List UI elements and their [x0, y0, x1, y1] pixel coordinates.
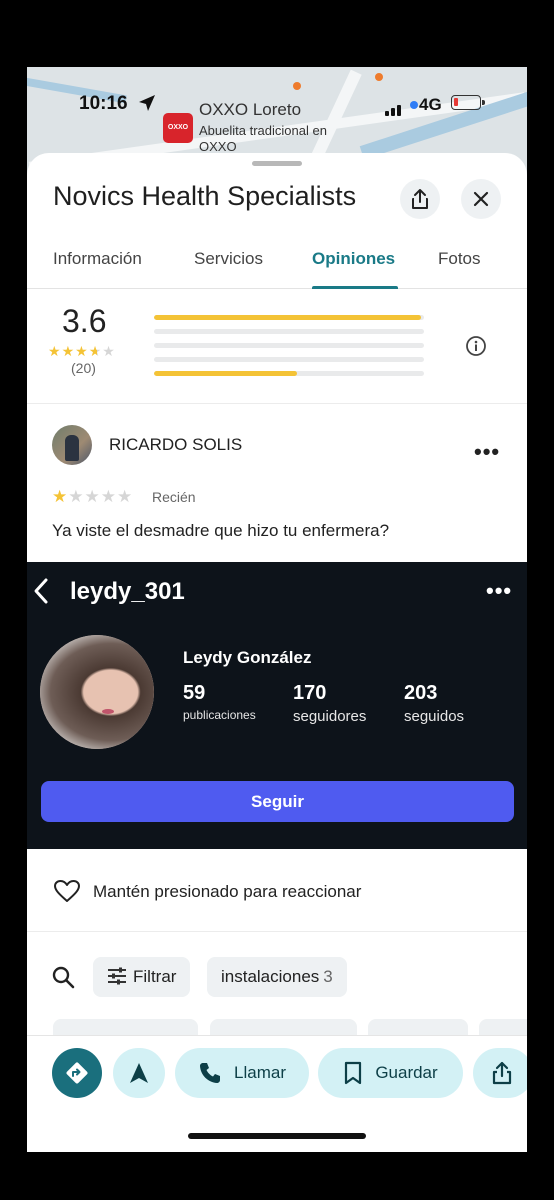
map-pin[interactable]: [293, 82, 301, 90]
network-type: 4G: [419, 95, 442, 114]
close-button[interactable]: [461, 179, 501, 219]
location-arrow-icon: [139, 95, 155, 111]
rating-bar-1: [154, 371, 424, 376]
topic-chip-instalaciones[interactable]: instalaciones 3: [207, 957, 347, 997]
embedded-profile-image[interactable]: leydy_301 ••• Leydy González 59 publicac…: [27, 562, 527, 849]
place-sheet: Novics Health Specialists Información Se…: [27, 153, 527, 1152]
map-place-name[interactable]: OXXO Loreto: [199, 100, 301, 120]
start-navigation-button[interactable]: [113, 1048, 165, 1098]
profile-handle: leydy_301: [70, 578, 185, 605]
react-hint-text: Mantén presionado para reaccionar: [93, 882, 362, 901]
stat-value: 59: [183, 682, 206, 704]
star-icon: ★: [100, 487, 117, 506]
share-action-button[interactable]: [473, 1048, 527, 1098]
home-indicator[interactable]: [188, 1133, 366, 1139]
star-icon: ★: [102, 343, 116, 359]
bookmark-icon: [345, 1061, 362, 1085]
stat-value: 203: [404, 682, 438, 704]
phone-screen: 10:16 4G OXXO OXXO Loreto Abuelita tradi…: [27, 67, 527, 1152]
review-stars: ★★★★★: [52, 487, 133, 507]
profile-name: Leydy González: [183, 648, 312, 667]
directions-icon: [66, 1062, 88, 1084]
stat-label: publicaciones: [183, 708, 256, 722]
topic-chip-count: 3: [323, 967, 333, 986]
rating-bar-4: [154, 329, 424, 334]
rating-value: 3.6: [62, 303, 107, 339]
battery-icon: [451, 95, 485, 110]
oxxo-logo[interactable]: OXXO: [163, 113, 193, 143]
tab-fotos[interactable]: Fotos: [438, 249, 481, 269]
info-icon[interactable]: [465, 335, 487, 357]
share-button[interactable]: [400, 179, 440, 219]
phone-icon: [200, 1063, 221, 1083]
heart-icon: [54, 880, 80, 902]
stat-label: seguidos: [404, 708, 465, 725]
rating-bar-2: [154, 357, 424, 362]
status-time: 10:16: [79, 93, 128, 114]
tab-bar: Información Servicios Opiniones Fotos: [27, 239, 527, 289]
star-icon: ★: [52, 487, 69, 506]
place-title: Novics Health Specialists: [53, 181, 357, 211]
divider: [27, 403, 527, 404]
filter-chip-label: Filtrar: [133, 967, 177, 986]
rating-bar-5: [154, 315, 424, 320]
close-icon: [473, 191, 489, 207]
tab-informacion[interactable]: Información: [53, 249, 142, 269]
back-arrow-icon: [34, 578, 48, 604]
review-time: Recién: [152, 489, 196, 505]
rating-count: (20): [71, 360, 96, 376]
rating-stars: ★★★★★: [48, 343, 116, 360]
share-icon: [492, 1061, 512, 1085]
tab-opiniones[interactable]: Opiniones: [312, 249, 395, 269]
profile-avatar: [40, 635, 154, 749]
tab-active-indicator: [312, 286, 398, 289]
tab-servicios[interactable]: Servicios: [194, 249, 263, 269]
profile-stat-followers: 170 seguidores: [293, 682, 366, 725]
save-button-label: Guardar: [375, 1063, 438, 1082]
signal-icon: [385, 98, 403, 116]
share-icon: [412, 189, 428, 209]
save-button[interactable]: Guardar: [318, 1048, 463, 1098]
profile-stat-following: 203 seguidos: [404, 682, 464, 725]
call-button-label: Llamar: [234, 1063, 286, 1082]
star-icon: ★: [75, 343, 89, 359]
reviewer-name[interactable]: RICARDO SOLIS: [109, 435, 242, 455]
stat-label: seguidores: [293, 708, 367, 725]
rating-bar-3: [154, 343, 424, 348]
reviewer-avatar[interactable]: [52, 425, 92, 465]
profile-stat-posts: 59 publicaciones: [183, 682, 256, 722]
filter-chip[interactable]: Filtrar: [93, 957, 191, 997]
call-button[interactable]: Llamar: [175, 1048, 309, 1098]
star-icon: ★: [68, 487, 85, 506]
review-more-button[interactable]: •••: [474, 439, 500, 465]
profile-more-icon: •••: [486, 578, 513, 603]
stat-value: 170: [293, 682, 327, 704]
follow-button: Seguir: [41, 781, 514, 822]
search-icon[interactable]: [51, 965, 75, 989]
star-icon: ★: [48, 343, 62, 359]
react-hint-row[interactable]: Mantén presionado para reaccionar: [27, 849, 527, 932]
map-pin[interactable]: [375, 73, 383, 81]
star-icon: ★: [117, 487, 134, 506]
topic-chip-label: instalaciones: [221, 967, 320, 986]
map-place-subtitle[interactable]: Abuelita tradicional en OXXO: [199, 123, 349, 155]
sheet-grabber[interactable]: [252, 161, 302, 166]
star-icon: ★: [88, 343, 103, 359]
star-icon: ★: [84, 487, 101, 506]
sliders-icon: [108, 967, 126, 985]
star-icon: ★: [61, 343, 76, 359]
review-text: Ya viste el desmadre que hizo tu enferme…: [52, 521, 390, 540]
network-dot-icon: [410, 101, 418, 109]
directions-button[interactable]: [52, 1048, 102, 1098]
navigation-arrow-icon: [130, 1063, 148, 1083]
